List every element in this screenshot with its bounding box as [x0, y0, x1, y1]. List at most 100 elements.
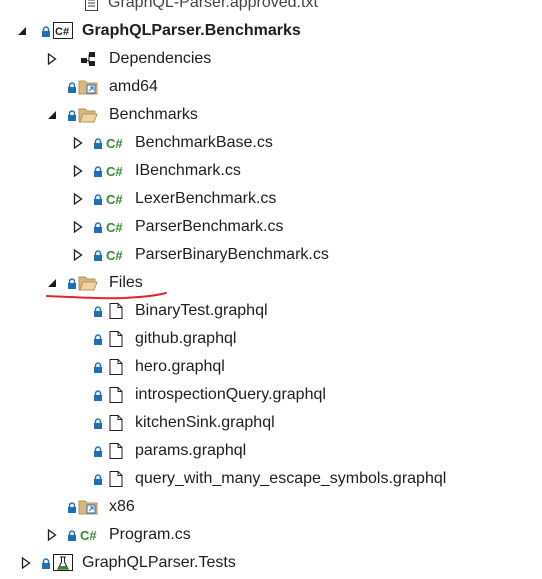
lock-icon: [93, 362, 103, 374]
text-file-icon: [82, 0, 102, 13]
tree-item-label: Dependencies: [109, 50, 212, 67]
svg-text:C#: C#: [55, 26, 69, 38]
lock-icon: [93, 222, 103, 234]
file-icon: [106, 329, 126, 349]
expanded-arrow-icon[interactable]: [46, 276, 58, 290]
file-icon: [106, 441, 126, 461]
tree-item-graphql-file[interactable]: kitchenSink.graphql: [0, 409, 542, 437]
svg-text:C#: C#: [106, 220, 123, 235]
svg-text:C#: C#: [106, 192, 123, 207]
tree-item-label: IBenchmark.cs: [135, 162, 241, 179]
svg-text:C#: C#: [80, 528, 97, 543]
tree-item-cs-file[interactable]: C# BenchmarkBase.cs: [0, 129, 542, 157]
tree-item-cs-file[interactable]: C# ParserBenchmark.cs: [0, 213, 542, 241]
tree-item-label: BinaryTest.graphql: [135, 302, 268, 319]
lock-icon: [93, 390, 103, 402]
tree-item-label: Program.cs: [109, 526, 191, 543]
tree-item-files-folder[interactable]: Files: [0, 269, 542, 297]
file-icon: [106, 469, 126, 489]
collapsed-arrow-icon[interactable]: [72, 136, 84, 150]
open-folder-icon: [78, 105, 98, 125]
tree-item-cs-file[interactable]: C# IBenchmark.cs: [0, 157, 542, 185]
tree-item-label: hero.graphql: [135, 358, 225, 375]
lock-icon: [93, 194, 103, 206]
csharp-file-icon: C#: [79, 525, 99, 545]
collapsed-arrow-icon[interactable]: [46, 52, 58, 66]
tree-item-graphql-file[interactable]: introspectionQuery.graphql: [0, 381, 542, 409]
tree-item-label: amd64: [109, 78, 158, 95]
tree-item-dependencies[interactable]: Dependencies: [0, 45, 542, 73]
lock-icon: [93, 418, 103, 430]
file-icon: [106, 357, 126, 377]
file-icon: [106, 385, 126, 405]
lock-icon: [93, 474, 103, 486]
csharp-file-icon: C#: [105, 133, 125, 153]
lock-icon: [67, 110, 77, 122]
tree-item-label: query_with_many_escape_symbols.graphql: [135, 470, 447, 487]
tree-item-label: params.graphql: [135, 442, 247, 459]
tree-item-label: github.graphql: [135, 330, 237, 347]
tree-item-label: Benchmarks: [109, 106, 198, 123]
linked-folder-icon: [78, 497, 98, 517]
lock-icon: [93, 334, 103, 346]
collapsed-arrow-icon[interactable]: [20, 556, 32, 570]
collapsed-arrow-icon[interactable]: [72, 248, 84, 262]
collapsed-arrow-icon[interactable]: [72, 164, 84, 178]
lock-icon: [67, 502, 77, 514]
tree-item-label: BenchmarkBase.cs: [135, 134, 273, 151]
tree-item-label: GraphQL-Parser.approved.txt: [108, 0, 318, 11]
expanded-arrow-icon[interactable]: [16, 24, 28, 38]
collapsed-arrow-icon[interactable]: [72, 192, 84, 206]
lock-icon: [67, 82, 77, 94]
csharp-file-icon: C#: [105, 161, 125, 181]
tree-item-program-cs[interactable]: C# Program.cs: [0, 521, 542, 549]
tree-item-graphql-file[interactable]: github.graphql: [0, 325, 542, 353]
file-icon: [106, 413, 126, 433]
tree-item-benchmarks-folder[interactable]: Benchmarks: [0, 101, 542, 129]
dependencies-icon: [78, 49, 98, 69]
open-folder-icon: [78, 273, 98, 293]
lock-icon: [67, 278, 77, 290]
lock-icon: [93, 250, 103, 262]
tree-item-label: introspectionQuery.graphql: [135, 386, 326, 403]
tree-item-amd64[interactable]: amd64: [0, 73, 542, 101]
tree-item-x86[interactable]: x86: [0, 493, 542, 521]
collapsed-arrow-icon[interactable]: [72, 220, 84, 234]
tree-item-cs-file[interactable]: C# LexerBenchmark.cs: [0, 185, 542, 213]
tree-item-label: x86: [109, 498, 135, 515]
lock-icon: [67, 530, 77, 542]
csharp-file-icon: C#: [105, 189, 125, 209]
csharp-project-icon: C#: [52, 21, 74, 41]
tree-item-cs-file[interactable]: C# ParserBinaryBenchmark.cs: [0, 241, 542, 269]
tree-item-label: Files: [109, 274, 143, 291]
file-icon: [106, 301, 126, 321]
tree-item-graphql-file[interactable]: params.graphql: [0, 437, 542, 465]
lock-icon: [93, 138, 103, 150]
tree-item-graphql-file[interactable]: hero.graphql: [0, 353, 542, 381]
tree-item-project-benchmarks[interactable]: C# GraphQLParser.Benchmarks: [0, 17, 542, 45]
tree-item-graphql-file[interactable]: query_with_many_escape_symbols.graphql: [0, 465, 542, 493]
lock-icon: [93, 306, 103, 318]
tree-item-graphql-file[interactable]: BinaryTest.graphql: [0, 297, 542, 325]
svg-text:C#: C#: [106, 248, 123, 263]
tree-item-label: ParserBinaryBenchmark.cs: [135, 246, 329, 263]
expanded-arrow-icon[interactable]: [46, 108, 58, 122]
csharp-file-icon: C#: [105, 245, 125, 265]
lock-icon: [41, 558, 51, 570]
lock-icon: [93, 166, 103, 178]
tree-item-label: LexerBenchmark.cs: [135, 190, 277, 207]
collapsed-arrow-icon[interactable]: [46, 528, 58, 542]
csharp-file-icon: C#: [105, 217, 125, 237]
tree-item-label: GraphQLParser.Benchmarks: [82, 22, 301, 39]
lock-icon: [41, 26, 51, 38]
svg-text:C#: C#: [106, 136, 123, 151]
tree-item-label: GraphQLParser.Tests: [82, 554, 236, 571]
svg-text:C#: C#: [106, 164, 123, 179]
tree-item-project-tests[interactable]: GraphQLParser.Tests: [0, 549, 542, 577]
lock-icon: [93, 446, 103, 458]
tree-item-label: ParserBenchmark.cs: [135, 218, 284, 235]
tree-item-label: kitchenSink.graphql: [135, 414, 275, 431]
tree-item-approved-file[interactable]: GraphQL-Parser.approved.txt: [0, 0, 542, 17]
test-project-icon: [52, 553, 74, 573]
linked-folder-icon: [78, 77, 98, 97]
